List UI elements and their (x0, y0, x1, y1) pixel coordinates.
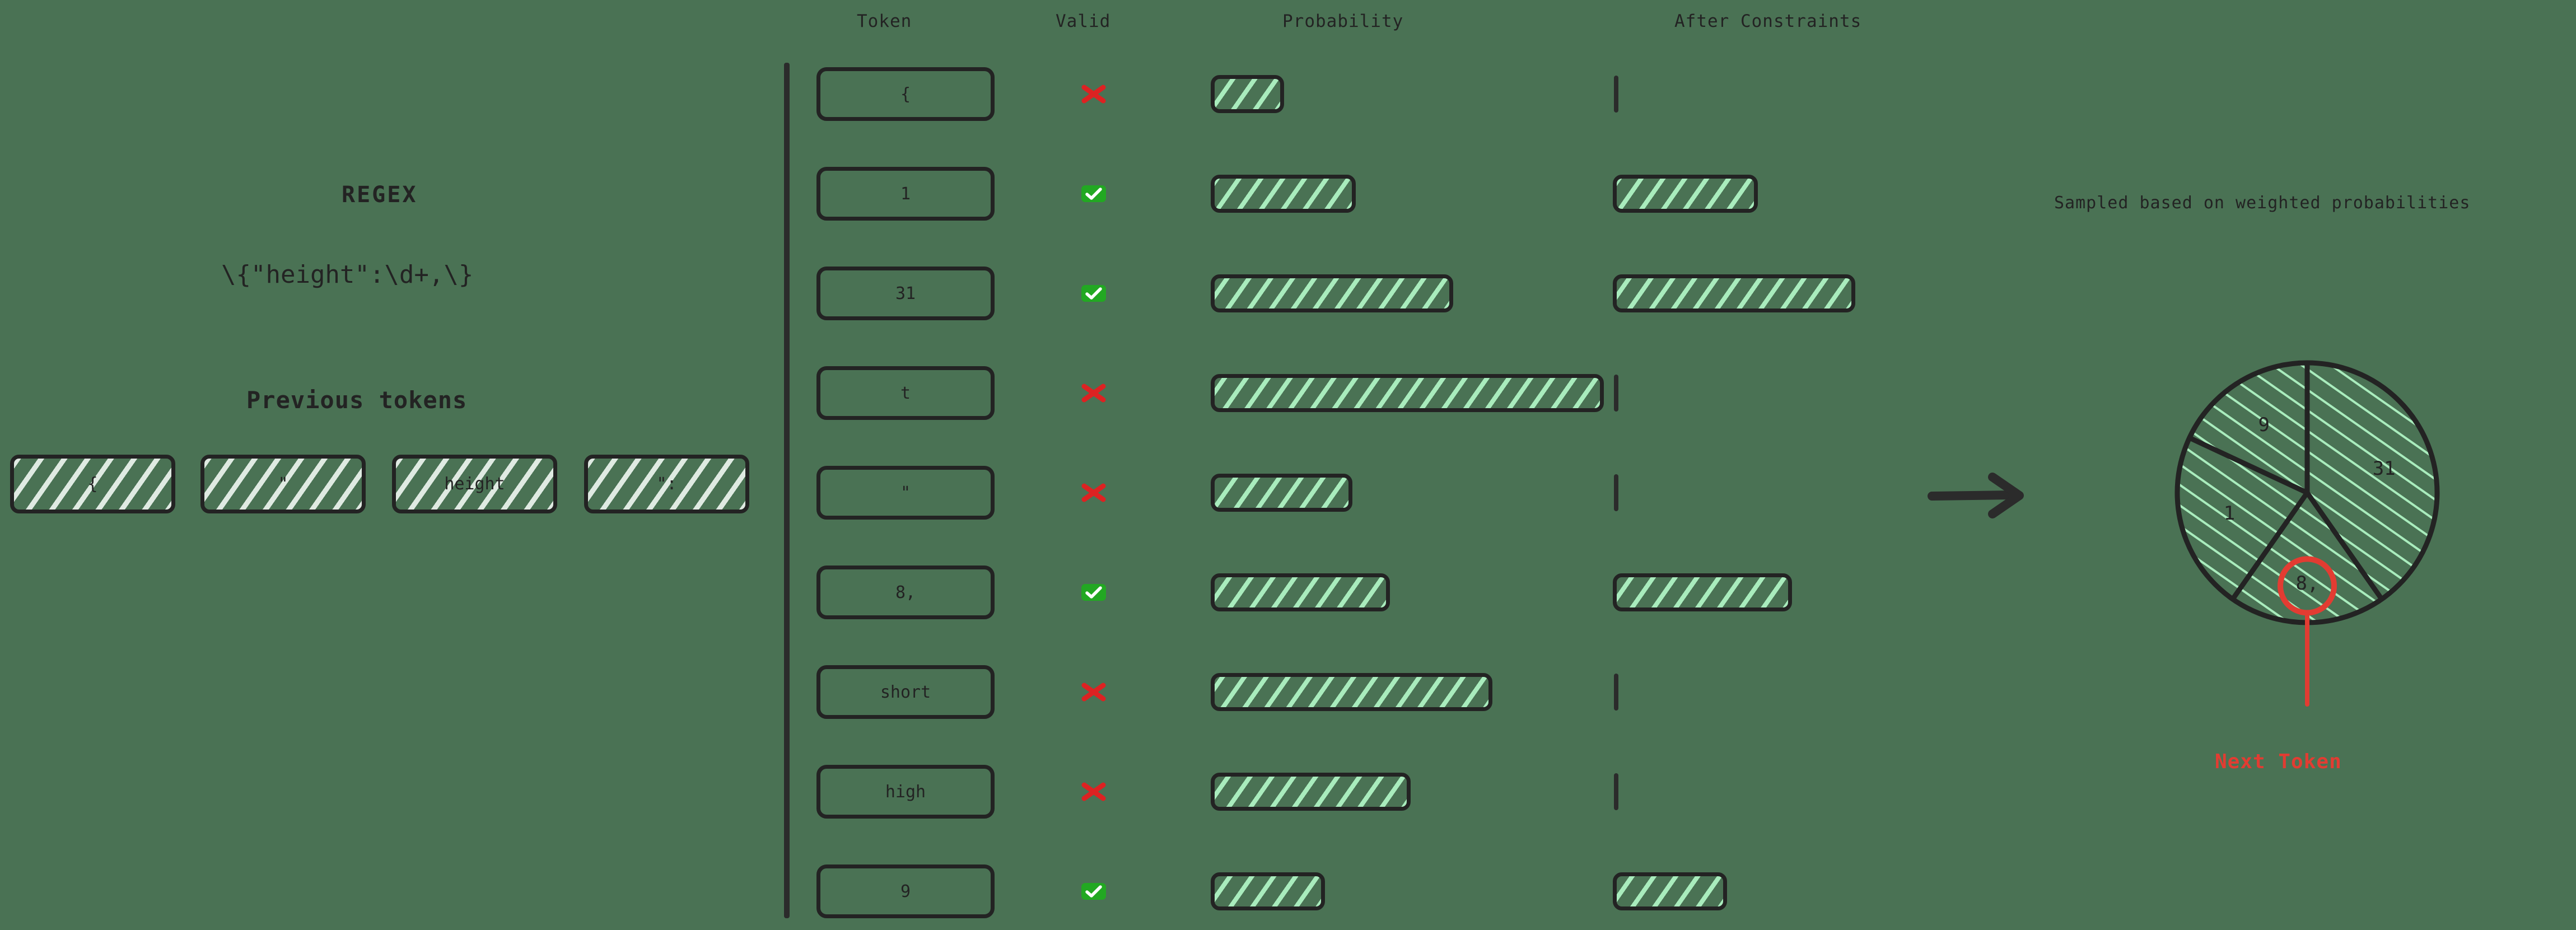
token-label: short (880, 682, 931, 702)
previous-token-chip: { (10, 455, 175, 513)
token-cell: t (816, 366, 995, 420)
pie-chart: 31 8, 1 9 (2173, 358, 2442, 707)
pie-slice-label: 9 (2258, 413, 2270, 436)
after-constraints-zero-tick (1614, 474, 1618, 511)
cross-icon (1081, 384, 1106, 403)
check-icon (1081, 883, 1106, 900)
previous-token-chip: ": (584, 455, 749, 513)
regex-pattern-value: \{"height":\d+,\} (221, 260, 474, 289)
column-header-token: Token (857, 11, 912, 31)
after-constraints-zero-tick (1614, 674, 1618, 711)
pie-chart-svg (2174, 360, 2440, 707)
column-header-valid: Valid (1056, 11, 1111, 31)
pie-slice-label: 31 (2372, 457, 2396, 480)
column-header-after-constraints: After Constraints (1674, 11, 1862, 31)
after-constraints-zero-tick (1614, 375, 1618, 412)
token-cell: 9 (816, 864, 995, 918)
previous-token-label: { (87, 474, 98, 494)
pie-chart-caption: Sampled based on weighted probabilities (2054, 193, 2471, 213)
probability-bar (1211, 75, 1285, 113)
previous-token-chip: height (392, 455, 557, 513)
token-cell: high (816, 765, 995, 819)
token-label: " (900, 483, 911, 503)
pie-slice-label: 8, (2295, 572, 2319, 595)
token-label: t (900, 383, 911, 403)
check-icon (1081, 584, 1106, 601)
token-cell: 1 (816, 167, 995, 221)
token-cell: { (816, 67, 995, 121)
token-label: 31 (895, 283, 916, 303)
cross-icon (1081, 85, 1106, 104)
next-token-annotation: Next Token (2215, 750, 2342, 773)
previous-token-label: " (278, 474, 288, 494)
token-label: 9 (900, 881, 911, 901)
probability-bar (1211, 175, 1356, 213)
probability-bar (1211, 374, 1604, 412)
after-constraints-bar (1613, 872, 1728, 910)
token-cell: 8, (816, 566, 995, 619)
token-label: 8, (895, 582, 916, 602)
cross-icon (1081, 683, 1106, 702)
regex-title: REGEX (342, 182, 418, 208)
after-constraints-bar (1613, 274, 1856, 312)
token-label: high (885, 782, 926, 802)
probability-bar (1211, 872, 1326, 910)
cross-icon (1081, 483, 1106, 502)
column-header-probability: Probability (1282, 11, 1404, 31)
pie-slice-label: 1 (2223, 502, 2236, 525)
cross-icon (1081, 782, 1106, 801)
previous-token-label: height (444, 474, 505, 494)
token-cell: short (816, 665, 995, 719)
probability-bar (1211, 274, 1454, 312)
vertical-divider (784, 63, 790, 918)
previous-tokens-title: Previous tokens (246, 386, 468, 414)
flow-arrow-icon (1928, 473, 2024, 518)
after-constraints-bar (1613, 573, 1793, 611)
probability-bar (1211, 474, 1353, 512)
token-cell: 31 (816, 267, 995, 320)
previous-token-chip: " (200, 455, 366, 513)
probability-bar (1211, 773, 1411, 811)
probability-bar (1211, 573, 1390, 611)
after-constraints-bar (1613, 175, 1758, 213)
previous-token-label: ": (656, 474, 677, 494)
token-label: { (900, 84, 911, 104)
after-constraints-zero-tick (1614, 773, 1618, 810)
check-icon (1081, 185, 1106, 202)
token-cell: " (816, 466, 995, 520)
after-constraints-zero-tick (1614, 76, 1618, 113)
check-icon (1081, 285, 1106, 302)
probability-bar (1211, 673, 1493, 711)
token-label: 1 (900, 184, 911, 204)
